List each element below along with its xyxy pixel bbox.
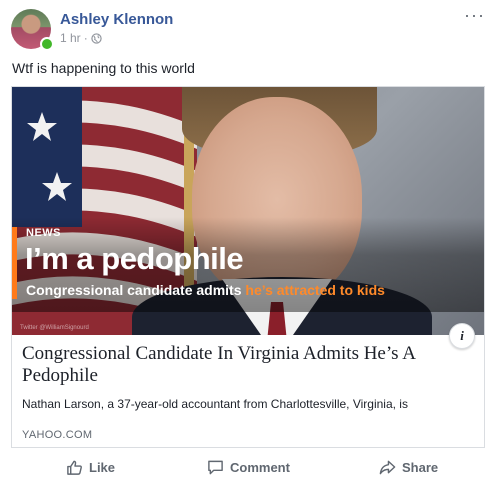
image-headline: I’m a pedophile <box>25 241 244 276</box>
post-meta: 1 hr · <box>60 31 102 45</box>
image-subline-highlight: he’s attracted to kids <box>245 282 385 298</box>
orange-accent-bar <box>12 227 17 299</box>
comment-bubble-icon <box>208 460 223 475</box>
more-options-icon[interactable]: ··· <box>464 6 485 24</box>
online-status-dot <box>40 37 54 51</box>
image-credit: Twitter @WilliamSignourd <box>20 325 89 331</box>
feed-post: Ashley Klennon 1 hr · ··· Wtf is happeni… <box>0 0 498 490</box>
globe-icon[interactable] <box>91 32 102 44</box>
share-arrow-icon <box>379 460 396 475</box>
post-text: Wtf is happening to this world <box>12 60 195 76</box>
post-time[interactable]: 1 hr <box>60 31 81 45</box>
shared-link-card[interactable]: NEWS I’m a pedophile Congressional candi… <box>11 86 485 448</box>
image-subline: Congressional candidate admits he’s attr… <box>26 282 385 298</box>
link-description: Nathan Larson, a 37-year-old accountant … <box>22 397 408 411</box>
like-button[interactable]: Like <box>66 459 115 476</box>
thumbs-up-icon <box>67 460 82 475</box>
like-label: Like <box>89 460 116 475</box>
meta-separator: · <box>83 31 88 45</box>
share-button[interactable]: Share <box>379 459 438 476</box>
comment-label: Comment <box>230 460 290 475</box>
image-subline-white: Congressional candidate admits <box>26 282 246 298</box>
image-category-label: NEWS <box>26 227 61 239</box>
link-preview-image[interactable]: NEWS I’m a pedophile Congressional candi… <box>12 87 484 335</box>
link-domain: YAHOO.COM <box>22 429 93 441</box>
comment-button[interactable]: Comment <box>207 459 290 476</box>
link-title[interactable]: Congressional Candidate In Virginia Admi… <box>22 343 472 387</box>
post-author[interactable]: Ashley Klennon <box>60 11 173 28</box>
share-label: Share <box>402 460 439 475</box>
